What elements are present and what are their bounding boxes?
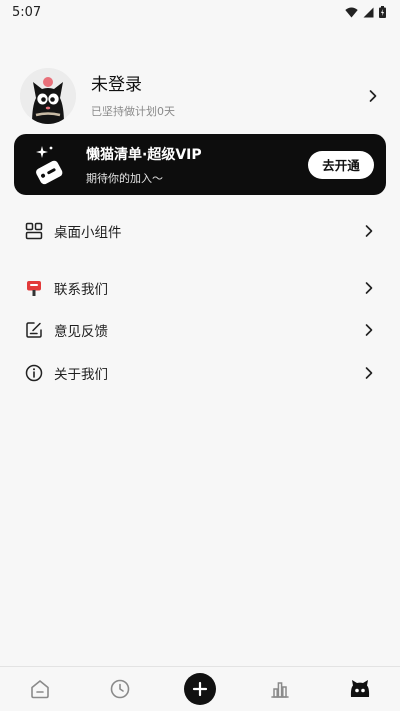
chevron-right-icon [365, 282, 373, 294]
status-time: 5:07 [12, 4, 42, 20]
menu-label-feedback: 意见反馈 [54, 324, 108, 340]
cat-face-icon [350, 680, 370, 697]
signal-icon [363, 7, 374, 17]
nav-profile[interactable] [330, 667, 390, 711]
widget-grid-icon [24, 221, 44, 241]
battery-icon [379, 6, 386, 18]
menu-item-about[interactable]: 关于我们 [24, 358, 376, 388]
vip-activate-button[interactable]: 去开通 [308, 150, 374, 179]
nav-add[interactable] [170, 667, 230, 711]
vip-tag-icon [26, 142, 72, 188]
menu-item-widget[interactable]: 桌面小组件 [24, 216, 376, 246]
vip-title: 懒猫清单·超级VIP [86, 146, 202, 163]
status-bar: 5:07 [0, 0, 400, 24]
vip-text: 懒猫清单·超级VIP 期待你的加入～ [86, 144, 308, 186]
chevron-right-icon [365, 225, 373, 237]
bottom-nav [0, 666, 400, 711]
menu-item-feedback[interactable]: 意见反馈 [24, 315, 376, 345]
add-icon [184, 673, 216, 705]
mailbox-icon [24, 278, 44, 298]
edit-note-icon [24, 320, 44, 340]
wifi-icon [345, 7, 358, 17]
home-icon [31, 680, 49, 699]
nav-home[interactable] [10, 667, 70, 711]
nav-stats[interactable] [250, 667, 310, 711]
chevron-right-icon [365, 324, 373, 336]
cat-avatar-icon[interactable] [20, 68, 76, 124]
profile-subtitle: 已坚持做计划0天 [91, 104, 175, 118]
chevron-right-icon[interactable] [366, 89, 380, 103]
vip-card[interactable]: 懒猫清单·超级VIP 期待你的加入～ 去开通 [14, 134, 386, 195]
profile-name: 未登录 [91, 74, 142, 95]
chevron-right-icon [365, 367, 373, 379]
profile-row[interactable]: 未登录 已坚持做计划0天 [20, 68, 380, 124]
menu-item-contact[interactable]: 联系我们 [24, 273, 376, 303]
menu-label-contact: 联系我们 [54, 282, 108, 298]
profile-text: 未登录 已坚持做计划0天 [91, 74, 366, 119]
stats-icon [271, 682, 289, 698]
nav-history[interactable] [90, 667, 150, 711]
menu-label-widget: 桌面小组件 [54, 225, 122, 241]
info-icon [24, 363, 44, 383]
status-icons [345, 6, 386, 18]
clock-icon [110, 679, 130, 699]
vip-subtitle: 期待你的加入～ [86, 171, 163, 185]
menu-label-about: 关于我们 [54, 367, 108, 383]
